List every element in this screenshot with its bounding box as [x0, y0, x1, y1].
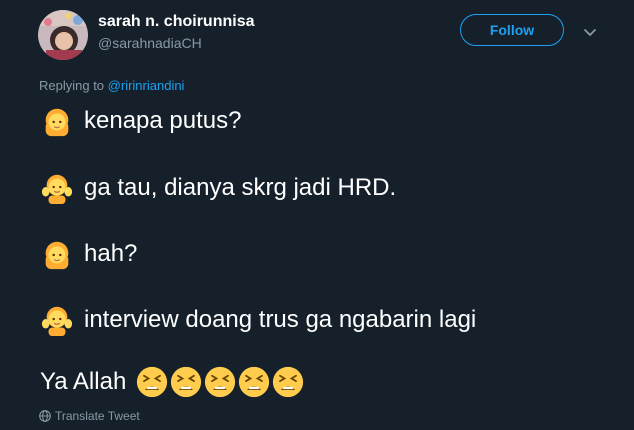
reply-mention-link[interactable]: @ririnriandini: [108, 78, 185, 93]
translate-tweet-link[interactable]: Translate Tweet: [39, 409, 140, 423]
tweet-header: sarah n. choirunnisa @sarahnadiaCH Follo…: [0, 0, 634, 68]
tweet-line-text: Ya Allah: [40, 368, 127, 395]
tweet-line: Ya Allah: [40, 366, 306, 398]
tweet-line-text: kenapa putus?: [84, 107, 242, 134]
tired-face-emoji-icon: [273, 366, 304, 398]
author-handle[interactable]: @sarahnadiaCH: [98, 35, 202, 51]
tweet-line-text: interview doang trus ga ngabarin lagi: [84, 306, 477, 333]
tweet-line: interview doang trus ga ngabarin lagi: [40, 303, 476, 337]
avatar-photo-icon: [38, 10, 88, 60]
translate-tweet-label: Translate Tweet: [55, 409, 140, 423]
tweet-line-text: hah?: [84, 240, 138, 267]
tired-face-emoji-icon: [137, 366, 168, 398]
tired-face-emoji-icon: [205, 366, 236, 398]
tired-face-emoji-icon: [171, 366, 202, 398]
chevron-down-icon[interactable]: [582, 24, 598, 40]
person-raising-hand-emoji-icon: [45, 108, 69, 137]
reply-context-prefix: Replying to: [39, 78, 105, 93]
follow-button[interactable]: Follow: [460, 14, 564, 46]
tweet-line: ga tau, dianya skrg jadi HRD.: [40, 171, 396, 205]
globe-icon: [39, 410, 51, 422]
person-raising-hand-emoji-icon: [45, 241, 69, 270]
author-display-name[interactable]: sarah n. choirunnisa: [98, 13, 254, 31]
person-gesturing-emoji-icon: [41, 306, 73, 337]
tired-face-emoji-icon: [239, 366, 270, 398]
person-gesturing-emoji-icon: [41, 174, 73, 205]
reply-context: Replying to @ririnriandini: [39, 78, 184, 93]
tweet-line: hah?: [40, 237, 137, 271]
tweet-line-text: ga tau, dianya skrg jadi HRD.: [84, 174, 397, 201]
avatar[interactable]: [38, 10, 88, 60]
tweet-line: kenapa putus?: [40, 104, 241, 138]
